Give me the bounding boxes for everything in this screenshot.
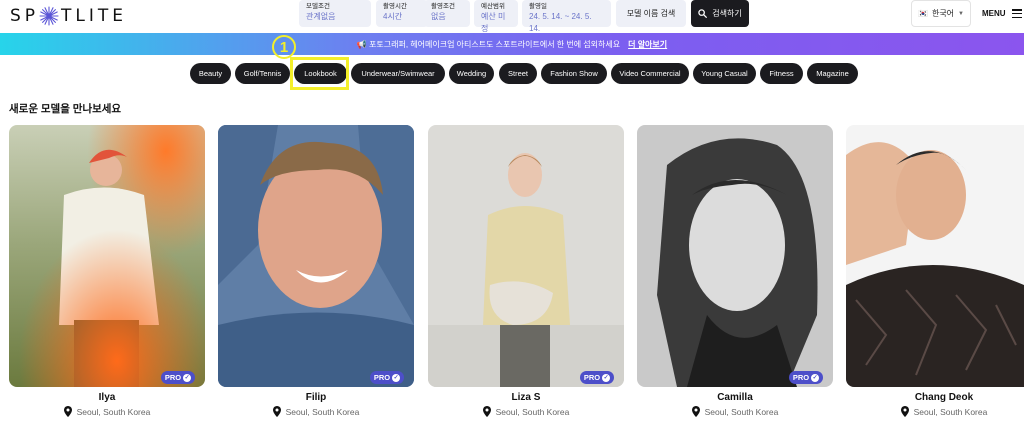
- location-pin-icon: [272, 406, 281, 417]
- filter-shoot-time[interactable]: 촬영시간 4시간: [376, 0, 428, 27]
- verified-check-icon: ✓: [602, 373, 611, 382]
- filter-value: 4시간: [383, 12, 403, 21]
- verified-check-icon: ✓: [811, 373, 820, 382]
- location-text: Seoul, South Korea: [704, 406, 779, 417]
- model-name-search[interactable]: 모델 이름 검색: [616, 0, 686, 27]
- promo-banner: 📢 포토그래퍼, 헤어메이크업 아티스트도 스포트라이트에서 한 번에 섭외하세…: [0, 33, 1024, 55]
- category-fitness[interactable]: Fitness: [760, 63, 803, 84]
- model-location: Seoul, South Korea: [846, 406, 1024, 417]
- search-button[interactable]: 검색하기: [691, 0, 749, 27]
- language-label: 한국어: [931, 9, 955, 18]
- model-name[interactable]: Liza S: [428, 392, 624, 403]
- model-photo: [428, 125, 624, 387]
- search-button-label: 검색하기: [712, 9, 742, 18]
- category-fashion-show[interactable]: Fashion Show: [541, 63, 607, 84]
- menu-label[interactable]: MENU: [982, 9, 1006, 18]
- model-photo: [846, 125, 1024, 387]
- model-card-liza-s[interactable]: PRO ✓: [428, 125, 624, 387]
- verified-check-icon: ✓: [392, 373, 401, 382]
- location-text: Seoul, South Korea: [285, 406, 360, 417]
- location-text: Seoul, South Korea: [913, 406, 988, 417]
- model-name[interactable]: Filip: [218, 392, 414, 403]
- location-pin-icon: [482, 406, 491, 417]
- model-card-ilya[interactable]: PRO ✓: [9, 125, 205, 387]
- annotation-step-number: 1: [272, 35, 296, 59]
- pro-badge: PRO ✓: [580, 371, 614, 384]
- filter-shoot-condition[interactable]: 촬영조건 없음: [424, 0, 470, 27]
- location-pin-icon: [900, 406, 909, 417]
- category-street[interactable]: Street: [499, 63, 537, 84]
- filter-value: 관계없음: [306, 12, 336, 21]
- logo-star-icon: [39, 6, 59, 26]
- logo-text-right: TLITE: [61, 6, 128, 26]
- model-name-search-label: 모델 이름 검색: [626, 9, 676, 18]
- category-magazine[interactable]: Magazine: [807, 63, 858, 84]
- category-young-casual[interactable]: Young Casual: [693, 63, 756, 84]
- model-name[interactable]: Camilla: [637, 392, 833, 403]
- location-pin-icon: [691, 406, 700, 417]
- filter-model-condition[interactable]: 모델조건 관계없음: [299, 0, 371, 27]
- location-text: Seoul, South Korea: [495, 406, 570, 417]
- filter-budget[interactable]: 예산범위 예산 미정: [474, 0, 518, 33]
- logo-text-left: SP: [10, 6, 40, 26]
- hamburger-menu-icon[interactable]: [1012, 9, 1022, 18]
- filter-value: 24. 5. 14. ~ 24. 5. 14.: [529, 12, 592, 33]
- filter-value: 예산 미정: [481, 12, 506, 33]
- filter-label: 촬영시간: [383, 3, 407, 10]
- model-card-camilla[interactable]: PRO ✓: [637, 125, 833, 387]
- spotlite-logo[interactable]: SP TLITE: [10, 6, 127, 26]
- filter-label: 촬영조건: [431, 3, 455, 10]
- pro-badge: PRO ✓: [161, 371, 195, 384]
- filter-label: 모델조건: [306, 3, 330, 10]
- model-name[interactable]: Chang Deok: [846, 392, 1024, 403]
- chevron-down-icon: ▼: [958, 10, 964, 17]
- model-location: Seoul, South Korea: [428, 406, 624, 417]
- search-icon: [698, 9, 708, 18]
- banner-message: 📢 포토그래퍼, 헤어메이크업 아티스트도 스포트라이트에서 한 번에 섭외하세…: [356, 39, 621, 49]
- top-header: SP TLITE 모델조건 관계없음 촬영시간 4시간 촬영조건 없음 예산범위…: [0, 0, 1024, 33]
- model-name[interactable]: Ilya: [9, 392, 205, 403]
- model-card-filip[interactable]: PRO ✓: [218, 125, 414, 387]
- section-title: 새로운 모델을 만나보세요: [9, 103, 122, 115]
- model-location: Seoul, South Korea: [9, 406, 205, 417]
- category-golf-tennis[interactable]: Golf/Tennis: [235, 63, 290, 84]
- pro-badge: PRO ✓: [370, 371, 404, 384]
- category-wedding[interactable]: Wedding: [449, 63, 494, 84]
- pro-badge: PRO ✓: [789, 371, 823, 384]
- model-card-chang-deok[interactable]: [846, 125, 1024, 387]
- filter-shoot-date[interactable]: 촬영일 24. 5. 14. ~ 24. 5. 14.: [522, 0, 611, 33]
- banner-learn-more-link[interactable]: 더 알아보기: [628, 39, 667, 50]
- language-select[interactable]: 🇰🇷 한국어 ▼: [911, 0, 971, 27]
- location-pin-icon: [63, 406, 72, 417]
- location-text: Seoul, South Korea: [76, 406, 151, 417]
- model-photo: [218, 125, 414, 387]
- model-location: Seoul, South Korea: [218, 406, 414, 417]
- category-underwear-swimwear[interactable]: Underwear/Swimwear: [351, 63, 445, 84]
- category-video-commercial[interactable]: Video Commercial: [611, 63, 689, 84]
- model-location: Seoul, South Korea: [637, 406, 833, 417]
- model-photo: [637, 125, 833, 387]
- model-photo: [9, 125, 205, 387]
- filter-label: 촬영일: [529, 3, 547, 10]
- verified-check-icon: ✓: [183, 373, 192, 382]
- globe-icon: 🇰🇷: [917, 9, 928, 18]
- filter-label: 예산범위: [481, 3, 505, 10]
- filter-value: 없음: [431, 12, 446, 21]
- lookbook-highlight-box: [290, 57, 349, 90]
- category-beauty[interactable]: Beauty: [190, 63, 231, 84]
